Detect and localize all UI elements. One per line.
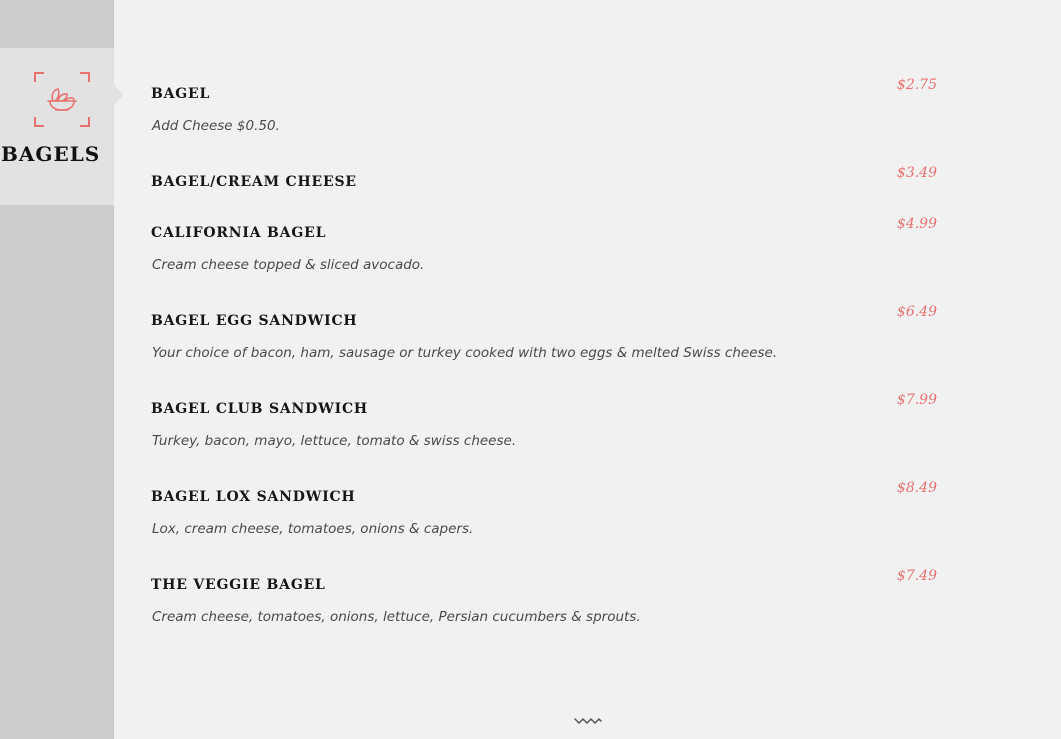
menu-item-name: CALIFORNIA BAGEL: [151, 225, 327, 241]
menu-item-description: Your choice of bacon, ham, sausage or tu…: [152, 345, 778, 361]
menu-item-description: Cream cheese, tomatoes, onions, lettuce,…: [152, 609, 641, 625]
menu-item-price: $7.99: [896, 392, 937, 408]
menu-item-price: $4.99: [896, 216, 937, 232]
active-tab-pointer: [114, 85, 123, 105]
menu-page: BAGELS BAGEL $2.75 Add Cheese $0.50. BAG…: [0, 0, 1061, 739]
bowl-icon: [34, 72, 90, 127]
menu-item-description: Lox, cream cheese, tomatoes, onions & ca…: [152, 521, 474, 537]
menu-item-list: BAGEL $2.75 Add Cheese $0.50. BAGEL/CREA…: [151, 0, 941, 739]
menu-item-description: Add Cheese $0.50.: [152, 118, 280, 134]
menu-item-name: BAGEL LOX SANDWICH: [151, 489, 356, 505]
menu-item-price: $3.49: [896, 165, 937, 181]
menu-item-price: $7.49: [896, 568, 937, 584]
menu-item-name: BAGEL CLUB SANDWICH: [151, 401, 368, 417]
category-tab-bagels[interactable]: BAGELS: [0, 48, 123, 205]
menu-item-name: THE VEGGIE BAGEL: [151, 577, 326, 593]
menu-item-price: $2.75: [896, 77, 937, 93]
menu-item-price: $6.49: [896, 304, 937, 320]
menu-item-description: Cream cheese topped & sliced avocado.: [152, 257, 425, 273]
wave-down-icon[interactable]: [574, 716, 602, 728]
category-sidebar: BAGELS: [0, 0, 123, 739]
category-title: BAGELS: [1, 142, 101, 166]
menu-item-name: BAGEL: [151, 86, 211, 102]
menu-item-description: Turkey, bacon, mayo, lettuce, tomato & s…: [152, 433, 517, 449]
menu-item-name: BAGEL/CREAM CHEESE: [151, 174, 357, 190]
menu-item-name: BAGEL EGG SANDWICH: [151, 313, 358, 329]
menu-item-price: $8.49: [896, 480, 937, 496]
